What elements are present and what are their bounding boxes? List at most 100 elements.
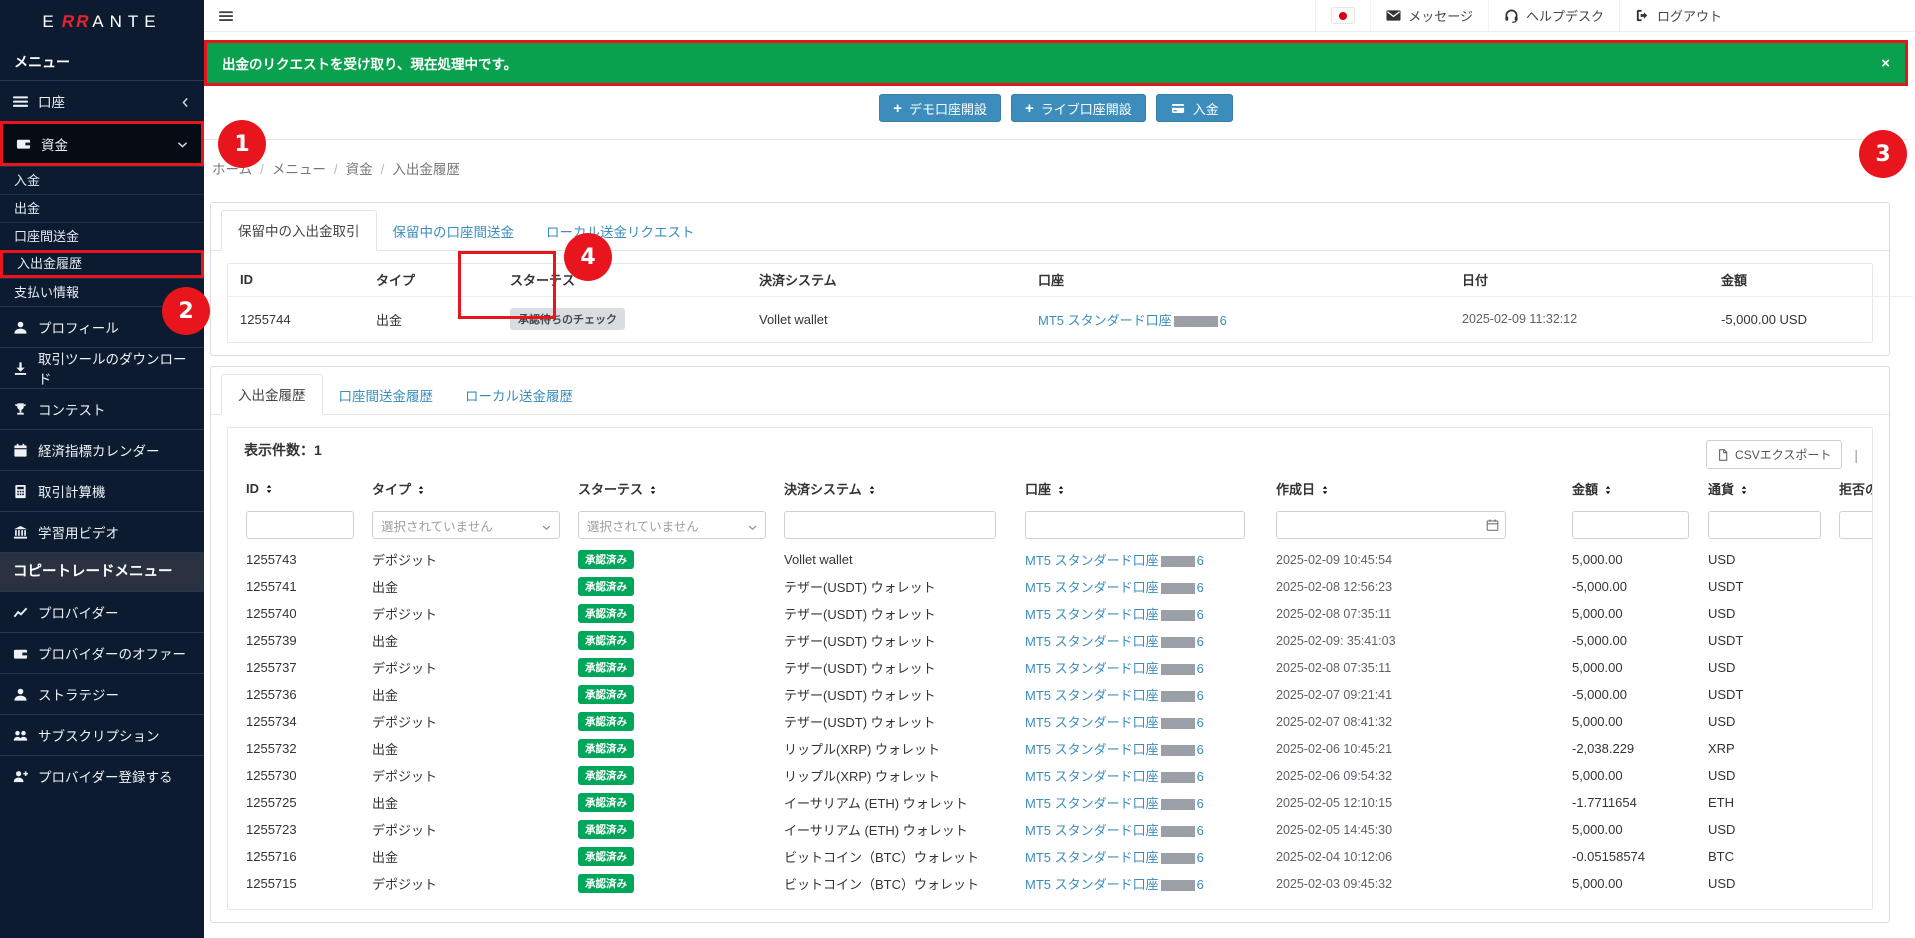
column-header-status[interactable]: スターテス <box>498 264 747 296</box>
sort-icon[interactable] <box>867 483 877 494</box>
sort-icon[interactable] <box>1320 483 1330 494</box>
sort-icon[interactable] <box>1739 483 1749 494</box>
column-header-account[interactable]: 口座 <box>1026 264 1450 296</box>
tab[interactable]: 口座間送金履歴 <box>323 376 450 415</box>
sidebar-item[interactable]: プロバイダーのオファー <box>0 632 204 673</box>
column-header[interactable]: 通貨 <box>1706 472 1837 504</box>
hamburger-menu-icon[interactable] <box>218 9 234 23</box>
sidebar-item[interactable]: 取引ツールのダウンロード <box>0 347 204 388</box>
tab[interactable]: 保留中の入出金取引 <box>221 210 377 251</box>
column-header[interactable]: ID <box>244 472 370 504</box>
status-badge-pending: 承認待ちのチェック <box>510 308 625 331</box>
account-link[interactable]: MT5 スタンダード口座 6 <box>1025 634 1204 649</box>
csv-export-button[interactable]: CSVエクスポート <box>1706 440 1843 469</box>
helpdesk-link[interactable]: ヘルプデスク <box>1487 0 1619 31</box>
account-link[interactable]: MT5 スタンダード口座 6 <box>1025 850 1204 865</box>
sidebar-item[interactable]: 取引計算機 <box>0 470 204 511</box>
sidebar-item[interactable]: 学習用ビデオ <box>0 511 204 552</box>
sidebar-subitem[interactable]: 出金 <box>0 194 204 222</box>
filter-created-date-input[interactable] <box>1276 511 1506 539</box>
account-link[interactable]: MT5 スタンダード口座 6 <box>1025 796 1204 811</box>
breadcrumb-item[interactable]: 入出金履歴 <box>373 158 460 178</box>
column-header[interactable]: タイプ <box>370 472 576 504</box>
account-link[interactable]: MT5 スタンダード口座 6 <box>1025 607 1204 622</box>
column-header[interactable]: 作成日 <box>1274 472 1570 504</box>
filter-id-input[interactable] <box>246 511 354 539</box>
sidebar-item-accounts[interactable]: 口座 <box>0 80 204 121</box>
breadcrumb-item[interactable]: ホーム <box>212 158 252 178</box>
open-demo-account-button[interactable]: + デモ口座開設 <box>879 94 1001 122</box>
sort-icon[interactable] <box>416 483 426 494</box>
column-header-amount[interactable]: 金額 <box>1709 264 1913 296</box>
cell-id: 1255715 <box>246 876 297 891</box>
sort-icon[interactable] <box>1056 483 1066 494</box>
filter-amount-input[interactable] <box>1572 511 1689 539</box>
sidebar-subitem[interactable]: 支払い情報 <box>0 278 204 306</box>
account-link[interactable]: MT5 スタンダード口座 6 <box>1025 688 1204 703</box>
close-icon[interactable]: × <box>1881 55 1890 72</box>
sidebar-item[interactable]: サブスクリプション <box>0 714 204 755</box>
account-link[interactable]: MT5 スタンダード口座 6 <box>1025 661 1204 676</box>
filter-account-input[interactable] <box>1025 511 1245 539</box>
cell-id: 1255730 <box>246 768 297 783</box>
column-header-label: 決済システム <box>784 481 862 497</box>
cell-created-date: 2025-02-08 07:35:11 <box>1276 606 1392 621</box>
sidebar-item[interactable]: プロバイダー <box>0 591 204 632</box>
sidebar-section-menu: メニュー <box>14 54 70 70</box>
sort-icon[interactable] <box>264 482 274 493</box>
filter-currency-input[interactable] <box>1708 511 1821 539</box>
sidebar-subitem[interactable]: 口座間送金 <box>0 222 204 250</box>
column-header-payment-system[interactable]: 決済システム <box>747 264 1026 296</box>
cell-status: 承認済み <box>576 654 782 681</box>
breadcrumb-item[interactable]: 資金 <box>326 158 373 178</box>
filter-type-select[interactable]: 選択されていません <box>372 511 560 539</box>
column-header-type[interactable]: タイプ <box>364 264 498 296</box>
filter-rejection-reason-input[interactable] <box>1839 511 1872 539</box>
breadcrumb-item[interactable]: メニュー <box>252 158 326 178</box>
filter-cell-payment-system <box>782 504 1023 546</box>
messages-link[interactable]: メッセージ <box>1370 0 1488 31</box>
sidebar-item[interactable]: コンテスト <box>0 388 204 429</box>
tab[interactable]: 保留中の口座間送金 <box>377 212 531 251</box>
tab[interactable]: ローカル送金履歴 <box>449 376 589 415</box>
cell-created-date: 2025-02-08 12:56:23 <box>1276 579 1393 594</box>
sidebar-subitem[interactable]: 入金 <box>0 166 204 194</box>
open-live-account-button[interactable]: + ライブ口座開設 <box>1010 94 1146 122</box>
account-link[interactable]: MT5 スタンダード口座 6 <box>1038 313 1227 328</box>
column-header-id[interactable]: ID <box>228 264 364 296</box>
account-link[interactable]: MT5 スタンダード口座 6 <box>1025 553 1204 568</box>
sidebar-subitem[interactable]: 入出金履歴 <box>0 250 204 278</box>
sort-icon[interactable] <box>648 483 658 494</box>
filter-status-select[interactable]: 選択されていません <box>578 511 766 539</box>
cell-currency: USD <box>1708 714 1736 729</box>
column-header[interactable]: 金額 <box>1570 472 1706 504</box>
account-link[interactable]: MT5 スタンダード口座 6 <box>1025 715 1204 730</box>
calendar-icon[interactable] <box>1486 518 1499 532</box>
column-header[interactable]: スターテス <box>576 472 782 504</box>
account-link[interactable]: MT5 スタンダード口座 6 <box>1025 823 1204 838</box>
tab[interactable]: 入出金履歴 <box>221 374 323 415</box>
sidebar-item[interactable]: 経済指標カレンダー <box>0 429 204 470</box>
account-link[interactable]: MT5 スタンダード口座 6 <box>1025 769 1204 784</box>
column-header[interactable]: 拒否の理由 <box>1837 472 1872 504</box>
account-link[interactable]: MT5 スタンダード口座 6 <box>1025 580 1204 595</box>
sidebar-item[interactable]: プロバイダー登録する <box>0 755 204 796</box>
language-selector[interactable] <box>1315 0 1370 31</box>
account-link[interactable]: MT5 スタンダード口座 6 <box>1025 742 1204 757</box>
account-link[interactable]: MT5 スタンダード口座 6 <box>1025 877 1204 892</box>
column-header[interactable]: 決済システム <box>782 472 1023 504</box>
toolbar-divider[interactable]: | <box>1854 447 1858 463</box>
sidebar-item[interactable]: ストラテジー <box>0 673 204 714</box>
sidebar-item[interactable]: プロフィール <box>0 306 204 347</box>
deposit-button[interactable]: 入金 <box>1155 94 1233 122</box>
sidebar-item-funds[interactable]: 資金 <box>0 121 204 166</box>
tab[interactable]: ローカル送金リクエスト <box>530 212 711 251</box>
pending-row: 1255744 出金 承認待ちのチェック Vollet wallet MT5 ス… <box>228 296 1913 342</box>
logout-link[interactable]: ログアウト <box>1618 0 1737 31</box>
cell-rejection-reason <box>1837 843 1872 870</box>
brand-logo[interactable]: E RR ANTE <box>0 0 204 44</box>
sort-icon[interactable] <box>1603 483 1613 494</box>
column-header[interactable]: 口座 <box>1023 472 1274 504</box>
column-header-date[interactable]: 日付 <box>1450 264 1709 296</box>
filter-payment-system-input[interactable] <box>784 511 996 539</box>
